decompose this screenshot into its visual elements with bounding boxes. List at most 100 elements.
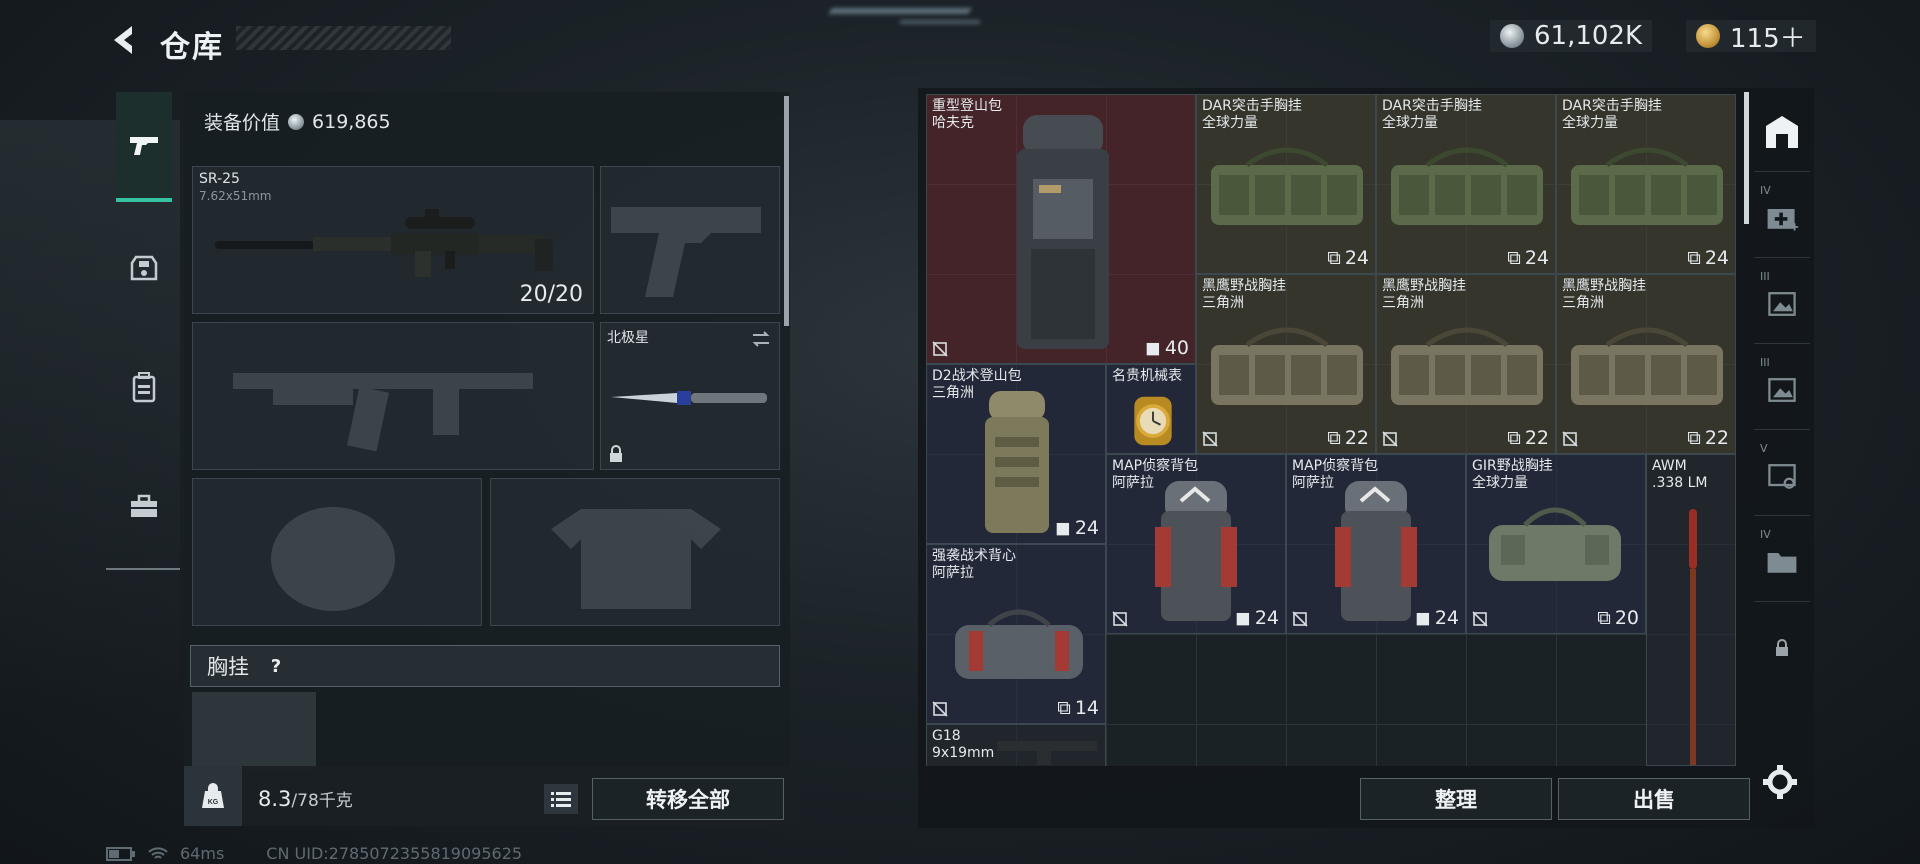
container-tab-medical-case[interactable]: IV: [1754, 178, 1810, 258]
helmet-slot[interactable]: [192, 478, 482, 626]
silver-coin-icon: [288, 113, 305, 130]
d2-backpack-image: [985, 391, 1049, 533]
vest-capacity-icon: ⧉: [1327, 247, 1341, 269]
stash-item-heiying-rig-2[interactable]: 黑鹰野战胸挂 三角洲 ⧉ 22: [1376, 274, 1556, 454]
chest-rig-slot[interactable]: [192, 692, 316, 772]
container-level: V: [1760, 442, 1768, 455]
helmet-silhouette-icon: [271, 507, 395, 611]
chest-rig-image: [1391, 327, 1543, 405]
help-icon[interactable]: ?: [263, 653, 289, 679]
list-icon: [551, 792, 571, 807]
no-insurance-icon: [932, 341, 948, 357]
primary-weapon-slot[interactable]: SR-25 7.62x51mm 20/20: [192, 166, 594, 314]
status-bar: 64ms CN UID:2785072355819095625: [106, 844, 522, 863]
sniper-rifle-icon: [215, 209, 553, 277]
medical-case-icon: [1767, 208, 1799, 231]
stash-item-awm[interactable]: AWM .338 LM: [1646, 454, 1736, 766]
stash-item-heiying-rig-1[interactable]: 黑鹰野战胸挂 三角洲 ⧉ 22: [1196, 274, 1376, 454]
stash-item-watch[interactable]: 名贵机械表: [1106, 364, 1196, 454]
wifi-icon: [148, 846, 168, 859]
stash-scrollbar[interactable]: [1744, 92, 1749, 224]
tactical-vest-image: [955, 609, 1083, 679]
container-tab-locked[interactable]: [1754, 608, 1810, 688]
item-capacity: ◼ 40: [1145, 337, 1189, 359]
kettlebell-icon: KG: [202, 783, 224, 808]
container-level: III: [1760, 270, 1770, 283]
container-tab-folder-case[interactable]: IV: [1754, 522, 1810, 602]
swap-icon[interactable]: [749, 327, 773, 351]
backpack-icon: [132, 372, 156, 403]
backpack-capacity-icon: ◼: [1055, 517, 1071, 539]
no-insurance-icon: [1202, 431, 1218, 447]
user-uid: CN UID:2785072355819095625: [266, 844, 523, 863]
stash-item-dar-rig-3[interactable]: DAR突击手胸挂 全球力量 ⧉ 24: [1556, 94, 1736, 274]
stash-item-d2-backpack[interactable]: D2战术登山包 三角洲 ◼ 24: [926, 364, 1106, 544]
transfer-all-button[interactable]: 转移全部: [592, 778, 784, 820]
secondary-weapon-slot[interactable]: [192, 322, 594, 470]
chest-rig-image: [1211, 327, 1363, 405]
chest-rig-image: [1489, 507, 1621, 581]
vest-capacity-icon: ⧉: [1687, 427, 1701, 449]
page-title: 仓库: [160, 30, 224, 65]
no-insurance-icon: [1472, 611, 1488, 627]
vest-capacity-icon: ⧉: [1057, 697, 1071, 719]
stash-item-gir-rig[interactable]: GIR野战胸挂 全球力量 ⧉ 20: [1466, 454, 1646, 634]
folder-case-icon: [1767, 552, 1797, 573]
stash-grid: 重型登山包 哈夫克 ◼ 40 DAR突击手胸挂 全球力量 ⧉ 24 DAR突击手胸挂 全球…: [926, 94, 1736, 766]
stash-container-tabs: IV III III V IV: [1754, 92, 1810, 742]
stash-item-dar-rig-2[interactable]: DAR突击手胸挂 全球力量 ⧉ 24: [1376, 94, 1556, 274]
stash-item-assault-vest[interactable]: 强袭战术背心 阿萨拉 ⧉ 14: [926, 544, 1106, 724]
awm-rifle-image: [1689, 509, 1697, 765]
sell-button[interactable]: 出售: [1558, 778, 1750, 820]
currency-gold[interactable]: 115＋: [1686, 20, 1816, 54]
backpack-capacity-icon: ◼: [1145, 337, 1161, 359]
chest-rig-image: [1571, 147, 1723, 225]
stash-item-g18[interactable]: G18 9x19mm: [926, 724, 1106, 766]
weapon-name: SR-25: [199, 171, 240, 187]
backpack-capacity-icon: ◼: [1415, 607, 1431, 629]
title-decoration: [236, 26, 451, 50]
melee-slot[interactable]: 北极星: [600, 322, 780, 470]
back-button[interactable]: [106, 22, 142, 58]
item-name: 重型登山包 哈夫克: [932, 98, 1002, 131]
equipment-value-label: 装备价值: [204, 112, 281, 134]
armor-slot[interactable]: [490, 478, 780, 626]
backpack-capacity-icon: ◼: [1235, 607, 1251, 629]
vest-capacity-icon: ⧉: [1687, 247, 1701, 269]
sort-button[interactable]: 整理: [1360, 778, 1552, 820]
container-tab-key-case[interactable]: V: [1754, 436, 1810, 516]
category-tab-backpack[interactable]: [116, 332, 172, 442]
pistol-icon: [130, 137, 158, 155]
stash-item-map-backpack-1[interactable]: MAP侦察背包 阿萨拉 ◼ 24: [1106, 454, 1286, 634]
lock-icon: [1776, 639, 1788, 656]
container-level: IV: [1760, 184, 1771, 197]
currency-silver[interactable]: 61,102K: [1490, 20, 1653, 52]
chest-rig-image: [1391, 147, 1543, 225]
stash-item-map-backpack-2[interactable]: MAP侦察背包 阿萨拉 ◼ 24: [1286, 454, 1466, 634]
no-insurance-icon: [932, 701, 948, 717]
category-tab-armor[interactable]: [116, 212, 172, 322]
settings-button[interactable]: [1762, 764, 1798, 800]
category-tab-weapons[interactable]: [116, 92, 172, 202]
equipment-value: 装备价值 619,865: [204, 108, 391, 135]
list-view-button[interactable]: [544, 784, 578, 814]
equipment-scrollbar[interactable]: [784, 96, 789, 326]
weight-readout: 8.3/78千克: [258, 786, 353, 811]
no-insurance-icon: [1382, 431, 1398, 447]
stash-item-heavy-backpack[interactable]: 重型登山包 哈夫克 ◼ 40: [926, 94, 1196, 364]
pistol-slot[interactable]: [600, 166, 780, 314]
container-tab-home-stash[interactable]: [1754, 92, 1810, 172]
back-arrow-icon: [114, 26, 132, 54]
container-tab-case-3a[interactable]: III: [1754, 264, 1810, 344]
stash-item-heiying-rig-3[interactable]: 黑鹰野战胸挂 三角洲 ⧉ 22: [1556, 274, 1736, 454]
gear-icon: [1763, 765, 1797, 799]
knife-icon: [611, 391, 767, 405]
stash-item-dar-rig-1[interactable]: DAR突击手胸挂 全球力量 ⧉ 24: [1196, 94, 1376, 274]
category-tab-toolbox[interactable]: [116, 452, 172, 562]
silver-coin-icon: [1500, 24, 1524, 48]
map-backpack-image: [1155, 481, 1237, 621]
gold-coin-icon: [1696, 24, 1720, 48]
chest-rig-label: 胸挂: [207, 655, 249, 679]
container-tab-case-3b[interactable]: III: [1754, 350, 1810, 430]
melee-name: 北极星: [607, 330, 649, 346]
